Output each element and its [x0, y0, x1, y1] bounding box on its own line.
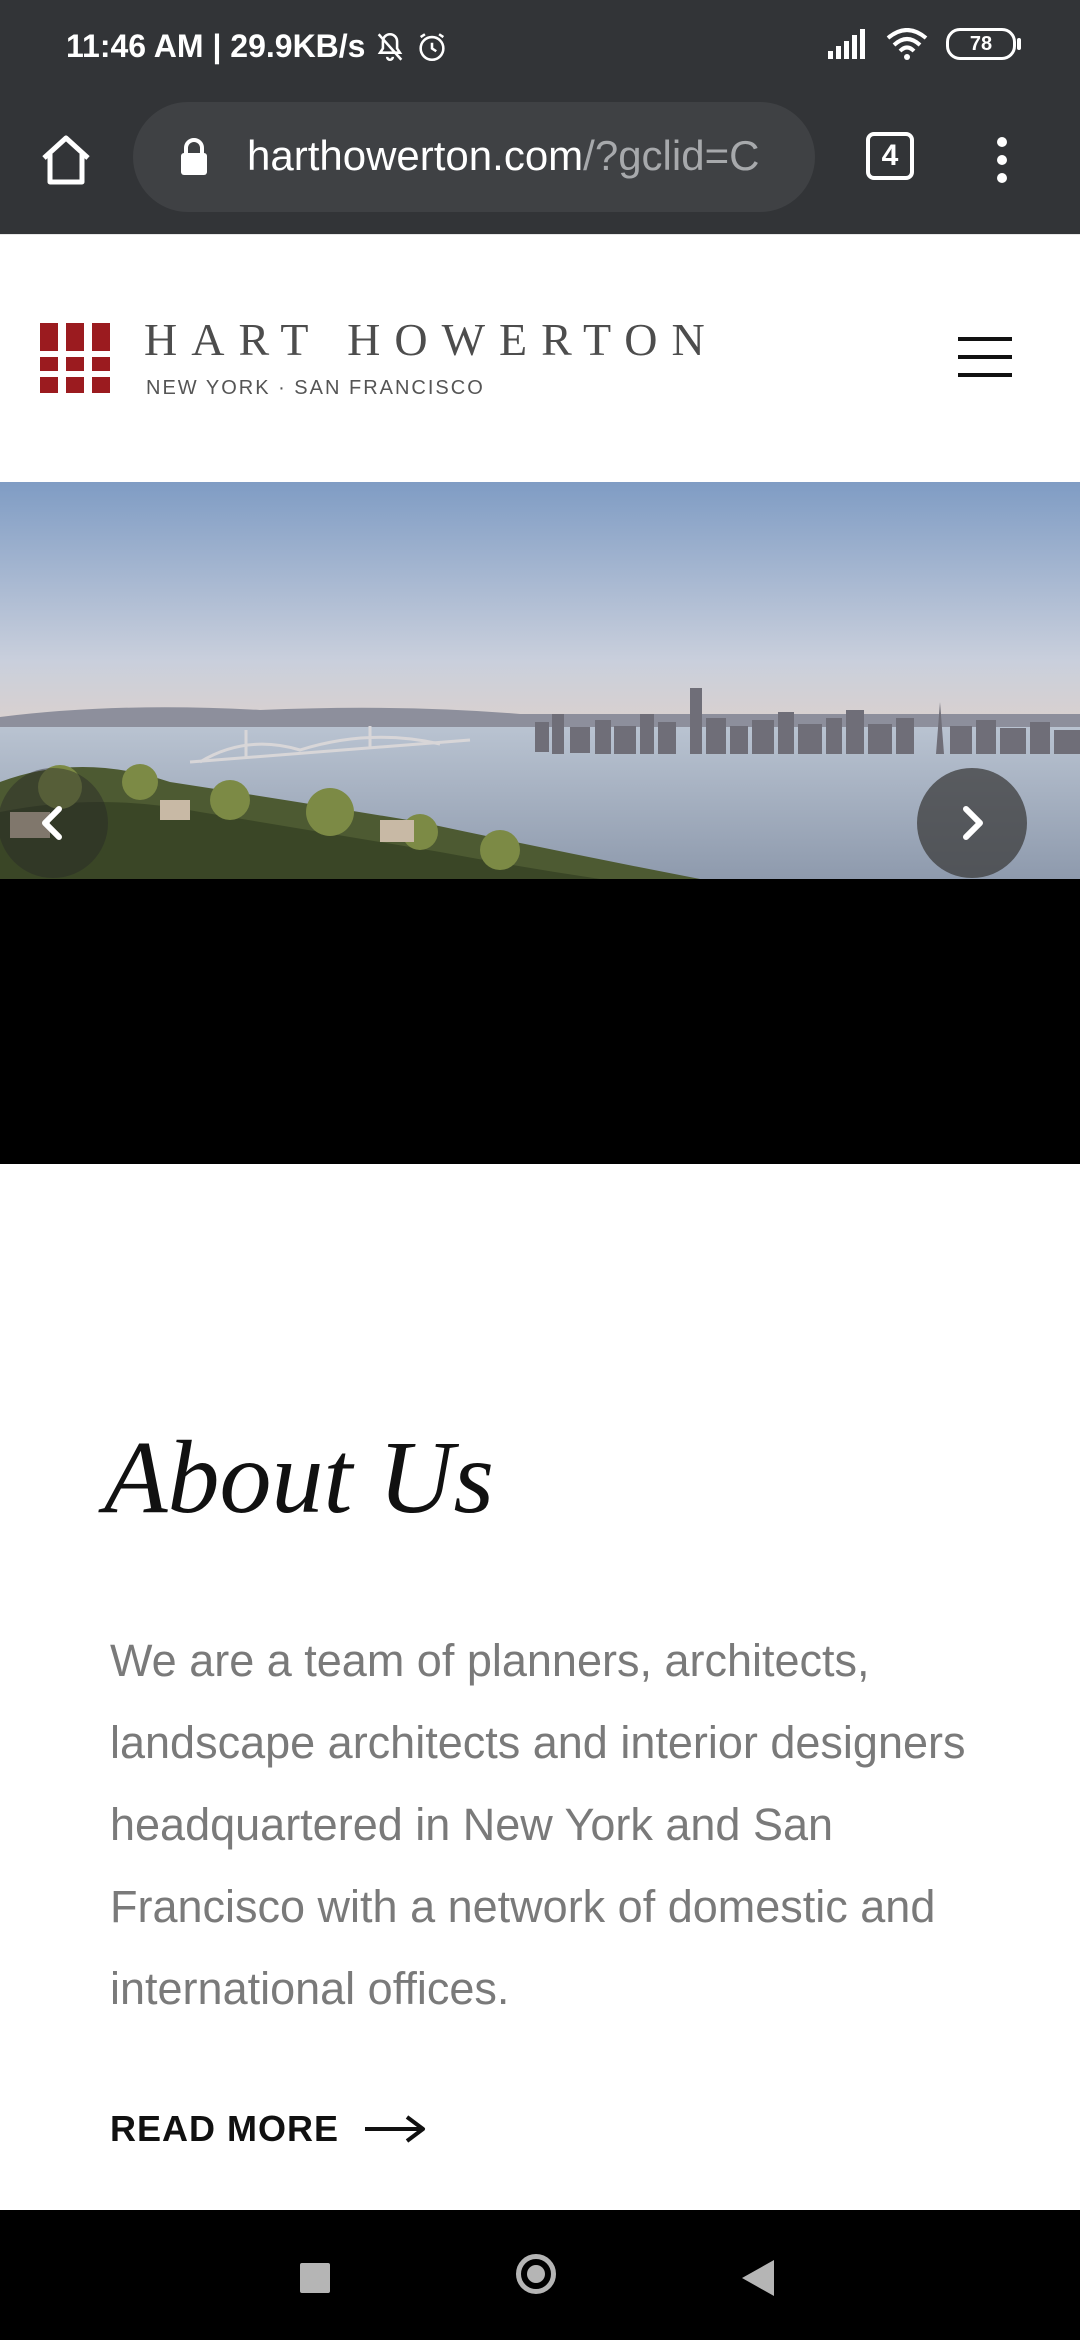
arrow-right-icon — [365, 2115, 426, 2143]
hero-carousel[interactable] — [0, 482, 1080, 879]
url-text[interactable]: harthowerton.com/?gclid=C — [247, 132, 807, 180]
home-button-icon[interactable] — [516, 2254, 556, 2294]
brand-name[interactable]: HART HOWERTON — [144, 313, 719, 366]
wifi-icon — [886, 28, 928, 60]
alarm-icon — [419, 32, 446, 61]
url-path: /?gclid=C — [583, 132, 760, 179]
url-domain: harthowerton.com — [247, 132, 584, 179]
more-options-icon[interactable] — [990, 130, 1014, 190]
chevron-left-icon — [42, 806, 62, 840]
status-left: 11:46 AM | 29.9KB/s — [66, 28, 449, 65]
system-navigation-bar — [0, 2210, 1080, 2340]
browser-toolbar: harthowerton.com/?gclid=C 4 — [0, 100, 1080, 234]
hero-caption-area — [0, 879, 1080, 1164]
logo-mark-icon[interactable] — [40, 323, 110, 393]
carousel-next-button[interactable] — [917, 768, 1027, 878]
about-body: We are a team of planners, architects, l… — [110, 1635, 966, 2014]
tab-switcher-button[interactable]: 4 — [866, 132, 914, 180]
battery-indicator: 78 — [946, 28, 1021, 60]
status-right: 78 — [828, 28, 1021, 60]
read-more-link[interactable]: READ MORE — [110, 2108, 427, 2150]
bell-off-icon — [378, 32, 403, 61]
battery-level: 78 — [969, 32, 993, 55]
back-icon[interactable] — [742, 2260, 774, 2296]
lock-icon — [181, 138, 207, 175]
status-bar: 11:46 AM | 29.9KB/s 78 — [0, 0, 1080, 100]
recent-apps-icon[interactable] — [300, 2263, 330, 2293]
about-title: About Us — [104, 1420, 494, 1535]
signal-icon — [828, 29, 865, 59]
home-icon[interactable] — [36, 130, 96, 190]
brand-tagline: NEW YORK · SAN FRANCISCO — [146, 377, 485, 399]
address-bar[interactable]: harthowerton.com/?gclid=C — [133, 102, 815, 212]
carousel-prev-button[interactable] — [0, 768, 108, 878]
status-time-speed: 11:46 AM | 29.9KB/s — [66, 28, 366, 64]
tab-count: 4 — [881, 139, 899, 172]
site-header: HART HOWERTON NEW YORK · SAN FRANCISCO — [0, 234, 1080, 483]
read-more-label: READ MORE — [110, 2108, 340, 2149]
hamburger-menu-icon[interactable] — [958, 337, 1012, 377]
chevron-right-icon — [963, 806, 983, 840]
